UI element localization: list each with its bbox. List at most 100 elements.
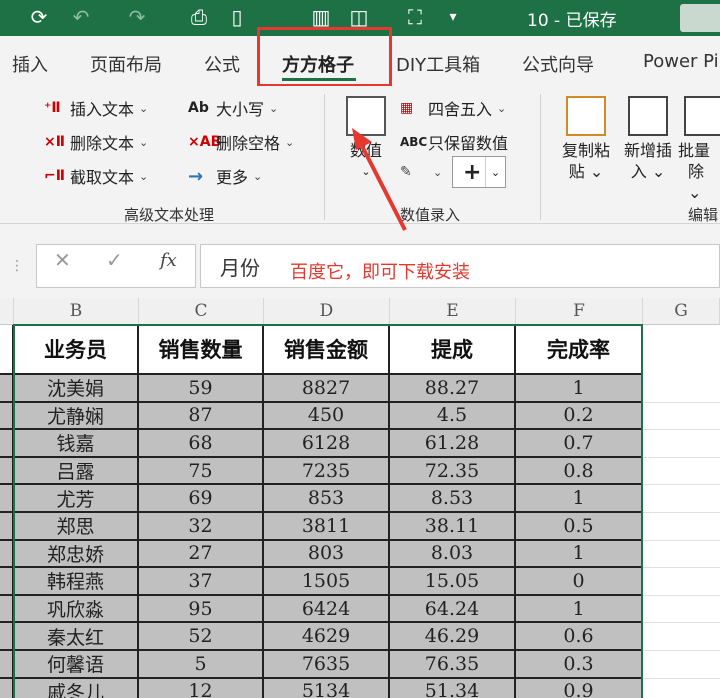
- cell-a[interactable]: [0, 678, 14, 698]
- table-cell-quantity[interactable]: 68: [139, 430, 264, 458]
- keep-values-button[interactable]: ABC 只保留数值: [400, 130, 508, 154]
- column-header-c[interactable]: C: [139, 298, 264, 325]
- copy-paste-button[interactable]: 复制粘 贴 ⌄: [556, 96, 616, 182]
- table-cell-completion[interactable]: 1: [516, 375, 643, 403]
- table-cell-amount[interactable]: 5134: [264, 678, 390, 698]
- table-cell-amount[interactable]: 7235: [264, 457, 390, 486]
- column-header-b[interactable]: B: [14, 298, 139, 325]
- table-cell-amount[interactable]: 853: [264, 485, 390, 513]
- redo-icon[interactable]: ↷: [124, 4, 150, 30]
- cell-a-header[interactable]: [0, 325, 14, 375]
- column-header-a[interactable]: [0, 298, 14, 325]
- table-cell-quantity[interactable]: 5: [139, 651, 264, 679]
- table-cell-salesperson[interactable]: 沈美娟: [14, 375, 139, 403]
- table-cell-amount[interactable]: 6424: [264, 595, 390, 624]
- table-cell-salesperson[interactable]: 郑忠娇: [14, 540, 139, 569]
- table-cell-completion[interactable]: 0.7: [516, 430, 643, 458]
- table-cell-salesperson[interactable]: 尤芳: [14, 485, 139, 513]
- table-cell-commission[interactable]: 61.28: [390, 430, 516, 458]
- table-cell-amount[interactable]: 803: [264, 540, 390, 569]
- table-cell-commission[interactable]: 8.53: [390, 485, 516, 513]
- tab-diy-toolbox[interactable]: DIY工具箱: [396, 51, 480, 77]
- table-cell-salesperson[interactable]: 钱嘉: [14, 430, 139, 458]
- column-header-f[interactable]: F: [516, 298, 643, 325]
- plus-select[interactable]: + ⌄: [452, 156, 506, 188]
- autosave-icon[interactable]: ⟳: [26, 4, 52, 30]
- new-document-icon[interactable]: ▯: [224, 4, 250, 30]
- table-cell-amount[interactable]: 3811: [264, 513, 390, 541]
- cell-a[interactable]: [0, 375, 14, 403]
- table-cell-commission[interactable]: 46.29: [390, 623, 516, 651]
- table-cell-commission[interactable]: 4.5: [390, 402, 516, 431]
- cell-a[interactable]: [0, 430, 14, 458]
- undo-icon[interactable]: ↶: [68, 4, 94, 30]
- tab-page-layout[interactable]: 页面布局: [90, 51, 162, 77]
- table-cell-commission[interactable]: 15.05: [390, 568, 516, 596]
- table-cell-commission[interactable]: 38.11: [390, 513, 516, 541]
- insert-text-button[interactable]: ⁺Ⅱ 插入文本 ⌄: [44, 96, 148, 120]
- search-box[interactable]: [680, 4, 720, 32]
- table-cell-commission[interactable]: 76.35: [390, 651, 516, 679]
- table-cell-completion[interactable]: 0.5: [516, 513, 643, 541]
- tab-power-pivot[interactable]: Power Pi: [643, 51, 719, 72]
- cell-a[interactable]: [0, 651, 14, 679]
- table-cell-quantity[interactable]: 69: [139, 485, 264, 513]
- table-cell-amount[interactable]: 7635: [264, 651, 390, 679]
- column-header-g[interactable]: G: [643, 298, 720, 325]
- extract-text-button[interactable]: ⌐Ⅱ 截取文本 ⌄: [44, 164, 148, 188]
- header-cell-completion[interactable]: 完成率: [516, 325, 643, 375]
- add-insert-button[interactable]: 新增插 入 ⌄: [618, 96, 678, 182]
- table-cell-completion[interactable]: 0.3: [516, 651, 643, 679]
- cell-a[interactable]: [0, 485, 14, 513]
- table-cell-salesperson[interactable]: 尤静娴: [14, 402, 139, 431]
- cell-a[interactable]: [0, 457, 14, 486]
- delete-text-button[interactable]: ×Ⅱ 删除文本 ⌄: [44, 130, 148, 154]
- cancel-icon[interactable]: ✕: [54, 248, 71, 272]
- enter-icon[interactable]: ✓: [106, 248, 123, 272]
- table-cell-salesperson[interactable]: 秦太红: [14, 623, 139, 651]
- batch-delete-button[interactable]: 批量 除 ⌄: [678, 96, 720, 203]
- more-button[interactable]: → 更多 ⌄: [188, 164, 262, 188]
- cell-a[interactable]: [0, 568, 14, 596]
- table-cell-commission[interactable]: 64.24: [390, 595, 516, 624]
- cell-a[interactable]: [0, 623, 14, 651]
- table-cell-quantity[interactable]: 87: [139, 402, 264, 431]
- header-cell-quantity[interactable]: 销售数量: [139, 325, 264, 375]
- table-cell-commission[interactable]: 72.35: [390, 457, 516, 486]
- round-button[interactable]: ▦ 四舍五入 ⌄: [400, 96, 506, 120]
- fill-button[interactable]: ✎ ⌄: [400, 164, 442, 180]
- table-cell-quantity[interactable]: 75: [139, 457, 264, 486]
- remove-spaces-button[interactable]: ×AB 删除空格 ⌄: [188, 130, 294, 154]
- header-cell-salesperson[interactable]: 业务员: [14, 325, 139, 375]
- table-cell-completion[interactable]: 0.6: [516, 623, 643, 651]
- function-icon[interactable]: fx: [160, 250, 177, 271]
- table-cell-quantity[interactable]: 95: [139, 595, 264, 624]
- case-button[interactable]: Ab 大小写 ⌄: [188, 96, 278, 120]
- table-cell-amount[interactable]: 4629: [264, 623, 390, 651]
- table-cell-salesperson[interactable]: 吕露: [14, 457, 139, 486]
- table-cell-salesperson[interactable]: 巩欣淼: [14, 595, 139, 624]
- header-cell-commission[interactable]: 提成: [390, 325, 516, 375]
- table-cell-commission[interactable]: 8.03: [390, 540, 516, 569]
- table-cell-completion[interactable]: 0: [516, 568, 643, 596]
- cell-a[interactable]: [0, 402, 14, 431]
- table-cell-quantity[interactable]: 27: [139, 540, 264, 569]
- tab-insert[interactable]: 插入: [12, 51, 48, 77]
- table-cell-quantity[interactable]: 52: [139, 623, 264, 651]
- table-cell-commission[interactable]: 51.34: [390, 678, 516, 698]
- table-cell-quantity[interactable]: 37: [139, 568, 264, 596]
- cell-a[interactable]: [0, 540, 14, 569]
- table-cell-amount[interactable]: 6128: [264, 430, 390, 458]
- table-cell-amount[interactable]: 1505: [264, 568, 390, 596]
- table-cell-completion[interactable]: 1: [516, 595, 643, 624]
- table-cell-salesperson[interactable]: 戚冬儿: [14, 678, 139, 698]
- dropdown-icon[interactable]: ▾: [440, 4, 466, 30]
- tab-formulas[interactable]: 公式: [204, 51, 240, 77]
- table-cell-salesperson[interactable]: 何馨语: [14, 651, 139, 679]
- table-cell-commission[interactable]: 88.27: [390, 375, 516, 403]
- screenshot-icon[interactable]: ⛶: [402, 4, 428, 30]
- header-cell-amount[interactable]: 销售金额: [264, 325, 390, 375]
- cell-a[interactable]: [0, 595, 14, 624]
- column-header-e[interactable]: E: [390, 298, 516, 325]
- table-cell-completion[interactable]: 1: [516, 485, 643, 513]
